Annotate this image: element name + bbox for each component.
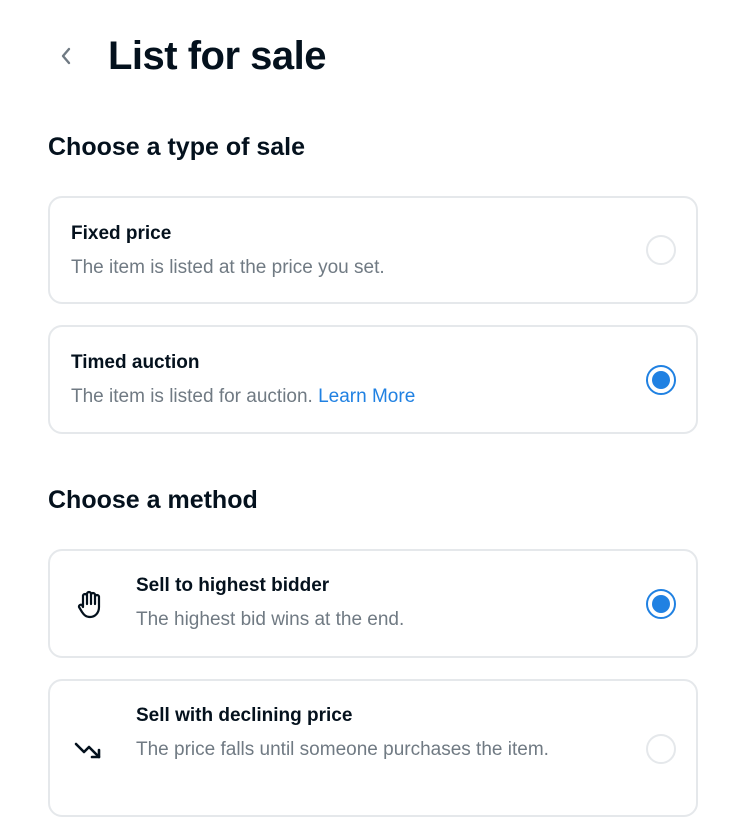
page-title: List for sale: [108, 33, 327, 78]
option-description: The item is listed for auction. Learn Mo…: [71, 382, 415, 412]
option-label: Timed auction: [71, 352, 200, 373]
raised-hand-icon: [77, 590, 101, 619]
method-heading: Choose a method: [48, 486, 258, 514]
option-description-text: The item is listed for auction.: [71, 386, 313, 407]
option-description: The highest bid wins at the end.: [136, 609, 405, 630]
timed-auction-radio[interactable]: [646, 365, 676, 395]
chevron-left-icon: [61, 47, 71, 65]
trending-down-icon: [74, 742, 101, 759]
back-button[interactable]: [48, 38, 84, 74]
timed-auction-option[interactable]: Timed auction The item is listed for auc…: [48, 325, 698, 434]
highest-bidder-option[interactable]: Sell to highest bidder The highest bid w…: [48, 549, 698, 658]
sale-type-heading: Choose a type of sale: [48, 133, 306, 161]
page-header: List for sale: [48, 30, 327, 82]
declining-price-radio[interactable]: [646, 734, 676, 764]
option-label: Sell to highest bidder: [136, 575, 330, 596]
option-label: Sell with declining price: [136, 705, 353, 726]
option-description: The item is listed at the price you set.: [71, 257, 385, 278]
highest-bidder-radio[interactable]: [646, 589, 676, 619]
option-description: The price falls until someone purchases …: [136, 739, 549, 760]
declining-price-option[interactable]: Sell with declining price The price fall…: [48, 679, 698, 817]
fixed-price-option[interactable]: Fixed price The item is listed at the pr…: [48, 196, 698, 304]
option-label: Fixed price: [71, 223, 172, 244]
learn-more-link[interactable]: Learn More: [318, 386, 415, 407]
fixed-price-radio[interactable]: [646, 235, 676, 265]
